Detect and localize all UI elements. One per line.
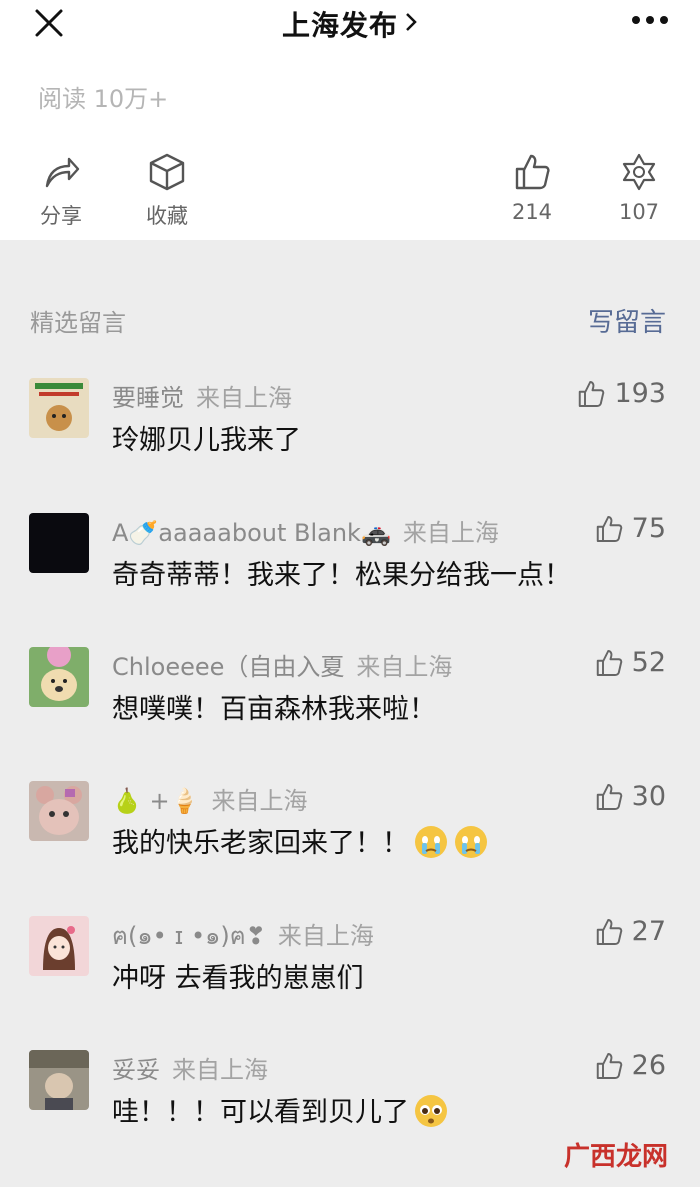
comment-item: A🍼aaaaabout Blank🚓 来自上海 奇奇蒂蒂！我来了！松果分给我一点！…	[0, 513, 700, 623]
page-title: 上海发布	[281, 9, 398, 42]
star-icon	[622, 153, 656, 191]
wow-button[interactable]: 107	[616, 152, 662, 224]
pleading-face-icon	[415, 1095, 447, 1127]
thumbs-up-icon	[579, 380, 605, 407]
featured-comments-heading: 精选留言	[30, 309, 126, 337]
comment-text: 奇奇蒂蒂！我来了！松果分给我一点！	[112, 560, 571, 591]
comment-like-button[interactable]: 75	[594, 513, 666, 544]
avatar[interactable]	[29, 781, 89, 841]
commenter-name: A🍼aaaaabout Blank🚓 来自上海	[112, 519, 499, 547]
comment-like-button[interactable]: 30	[594, 781, 666, 812]
comment-like-count: 27	[631, 916, 666, 947]
comment-text: 我的快乐老家回来了！！	[112, 821, 489, 860]
comment-like-button[interactable]: 193	[576, 378, 666, 409]
comment-text: 玲娜贝儿我来了	[112, 425, 301, 456]
nav-bar: 上海发布	[0, 0, 700, 60]
comment-like-count: 193	[614, 378, 666, 409]
write-comment-button[interactable]: 写留言	[588, 302, 666, 339]
share-icon	[45, 157, 80, 188]
share-button[interactable]: 分享	[38, 152, 84, 230]
crying-face-icon	[415, 826, 447, 858]
thumbs-up-icon	[515, 154, 550, 190]
comment-like-count: 26	[631, 1050, 666, 1081]
watermark-logo: 广西龙网	[563, 1142, 668, 1172]
comment-like-count: 75	[631, 513, 666, 544]
more-icon	[632, 16, 668, 24]
cube-icon	[149, 153, 185, 191]
comment-like-button[interactable]: 27	[594, 916, 666, 947]
comment-text: 想噗噗！百亩森林我来啦！	[112, 694, 436, 725]
comment-like-button[interactable]: 52	[594, 647, 666, 678]
like-count: 214	[511, 200, 553, 224]
more-button[interactable]	[630, 10, 670, 32]
like-button[interactable]: 214	[510, 152, 554, 224]
wow-count: 107	[618, 200, 660, 224]
thumbs-up-icon	[596, 918, 622, 945]
thumbs-up-icon	[596, 515, 622, 542]
thumbs-up-icon	[596, 649, 622, 676]
chevron-right-icon	[404, 7, 418, 40]
favorite-button[interactable]: 收藏	[143, 152, 191, 230]
avatar[interactable]	[29, 647, 89, 707]
read-count: 阅读 10万+	[38, 85, 169, 113]
avatar[interactable]	[29, 1050, 89, 1110]
comment-item: Chloeeee（自由入夏 来自上海 想噗噗！百亩森林我来啦！ 52	[0, 647, 700, 757]
avatar[interactable]	[29, 378, 89, 438]
comment-item: 要睡觉 来自上海 玲娜贝儿我来了 193	[0, 378, 700, 488]
crying-face-icon	[455, 826, 487, 858]
commenter-name: Chloeeee（自由入夏 来自上海	[112, 653, 453, 681]
avatar[interactable]	[29, 916, 89, 976]
comment-text: 哇！！！可以看到贝儿了	[112, 1090, 449, 1129]
comment-like-count: 30	[631, 781, 666, 812]
share-label: 分享	[40, 204, 82, 228]
comment-like-button[interactable]: 26	[594, 1050, 666, 1081]
article-footer-panel: 上海发布 阅读 10万+ 分享 收藏 214 107	[0, 0, 700, 240]
comment-text: 冲呀 去看我的崽崽们	[112, 963, 364, 994]
thumbs-up-icon	[596, 1052, 622, 1079]
favorite-label: 收藏	[146, 204, 188, 228]
commenter-name: 妥妥 来自上海	[112, 1056, 268, 1084]
comment-like-count: 52	[631, 647, 666, 678]
thumbs-up-icon	[596, 783, 622, 810]
commenter-name: 要睡觉 来自上海	[112, 384, 292, 412]
commenter-name: ฅ(๑• ɪ •๑)ฅ❣ 来自上海	[112, 922, 374, 950]
avatar[interactable]	[29, 513, 89, 573]
account-title-link[interactable]: 上海发布	[0, 4, 700, 44]
comment-item: ฅ(๑• ɪ •๑)ฅ❣ 来自上海 冲呀 去看我的崽崽们 27	[0, 916, 700, 1026]
commenter-name: 🍐 +🍦 来自上海	[112, 787, 308, 815]
comment-item: 🍐 +🍦 来自上海 我的快乐老家回来了！！ 30	[0, 781, 700, 891]
